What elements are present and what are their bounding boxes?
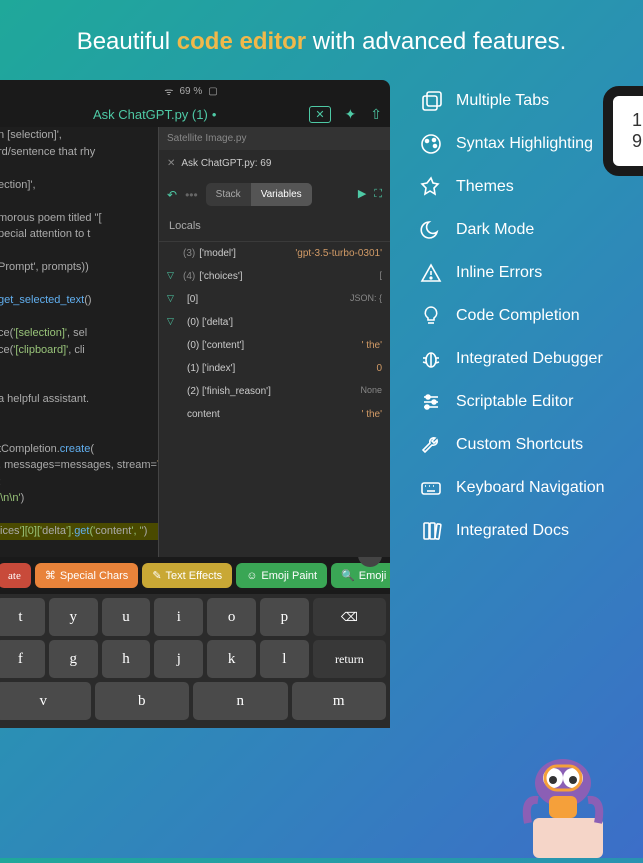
tab-bar: Ask ChatGPT.py (1)• ✕ ✦ ⇧ xyxy=(0,102,390,127)
close-icon[interactable]: ✕ xyxy=(167,156,175,171)
locals-header: Locals xyxy=(159,212,390,242)
debugger-panel: Satellite Image.py ✕ Ask ChatGPT.py: 69 … xyxy=(158,127,390,557)
moon-icon xyxy=(420,219,442,241)
key-t[interactable]: t xyxy=(0,598,45,636)
wifi-icon: ᯤ xyxy=(164,84,173,98)
more-icon[interactable]: ••• xyxy=(185,186,198,204)
sliders-icon xyxy=(420,391,442,413)
variable-row[interactable]: (3)['model']'gpt-3.5-turbo-0301' xyxy=(159,242,390,265)
variable-row[interactable]: content' the' xyxy=(159,403,390,426)
background-tab[interactable]: Satellite Image.py xyxy=(159,127,390,150)
variable-row[interactable]: ▽[0] JSON: { xyxy=(159,288,390,311)
key-h[interactable]: h xyxy=(102,640,151,678)
feature-label: Code Completion xyxy=(456,307,580,325)
tabs-icon xyxy=(420,90,442,112)
feature-label: Dark Mode xyxy=(456,221,534,239)
key-o[interactable]: o xyxy=(207,598,256,636)
key-p[interactable]: p xyxy=(260,598,309,636)
feature-label: Integrated Docs xyxy=(456,522,569,540)
key-j[interactable]: j xyxy=(154,640,203,678)
feature-label: Keyboard Navigation xyxy=(456,479,605,497)
status-bar: ᯤ 69 % ▢ xyxy=(0,80,390,102)
feature-label: Themes xyxy=(456,178,514,196)
seg-stack[interactable]: Stack xyxy=(206,183,251,206)
variable-row[interactable]: (2) ['finish_reason']None xyxy=(159,380,390,403)
docs-icon xyxy=(420,520,442,542)
key-delete[interactable]: ⌫ xyxy=(313,598,386,636)
key-k[interactable]: k xyxy=(207,640,256,678)
feature-label: Multiple Tabs xyxy=(456,92,549,110)
feature-label: Syntax Highlighting xyxy=(456,135,593,153)
variable-row[interactable]: ▽(0) ['delta'] xyxy=(159,311,390,334)
variable-row[interactable]: (0) ['content']' the' xyxy=(159,334,390,357)
close-tab-button[interactable]: ✕ xyxy=(309,106,330,123)
shortcut-text-effects[interactable]: ✎Text Effects xyxy=(142,563,232,588)
key-f[interactable]: f xyxy=(0,640,45,678)
wrench-icon xyxy=(420,434,442,456)
feature-dark-mode: Dark Mode xyxy=(420,219,643,241)
bulb-icon xyxy=(420,305,442,327)
soft-keyboard: tyuiop⌫ fghjklreturn vbnm xyxy=(0,594,390,728)
step-back-icon[interactable]: ↶ xyxy=(167,186,177,204)
key-b[interactable]: b xyxy=(95,682,190,720)
variable-row[interactable]: (1) ['index']0 xyxy=(159,357,390,380)
feature-list: Multiple Tabs Syntax Highlighting Themes Da… xyxy=(390,80,643,728)
code-area[interactable]: n [selection]',rd/sentence that rhy ecti… xyxy=(0,127,390,557)
palette-icon xyxy=(420,133,442,155)
stack-vars-segment[interactable]: Stack Variables xyxy=(206,183,312,206)
continue-icon[interactable]: ▶ xyxy=(358,186,366,203)
key-m[interactable]: m xyxy=(292,682,387,720)
key-return[interactable]: return xyxy=(313,640,386,678)
warn-icon xyxy=(420,262,442,284)
headline: Beautiful code editor with advanced feat… xyxy=(0,0,643,80)
key-n[interactable]: n xyxy=(193,682,288,720)
seg-variables[interactable]: Variables xyxy=(251,183,312,206)
feature-label: Custom Shortcuts xyxy=(456,436,583,454)
feature-label: Inline Errors xyxy=(456,264,542,282)
battery-percent: 69 % xyxy=(179,86,202,97)
feature-label: Integrated Debugger xyxy=(456,350,603,368)
feature-integrated-docs: Integrated Docs xyxy=(420,520,643,542)
feature-inline-errors: Inline Errors xyxy=(420,262,643,284)
active-tab[interactable]: Ask ChatGPT.py (1)• xyxy=(0,107,309,123)
shortcut-bar: + ate ⌘Special Chars✎Text Effects☺Emoji … xyxy=(0,557,390,594)
mascot-illustration xyxy=(503,728,623,858)
share-icon[interactable]: ⇧ xyxy=(370,106,382,123)
themes-icon xyxy=(420,176,442,198)
battery-icon: ▢ xyxy=(208,86,217,97)
shortcut-emoji-paint[interactable]: ☺Emoji Paint xyxy=(236,563,327,588)
feature-label: Scriptable Editor xyxy=(456,393,573,411)
expand-icon[interactable]: ⛶ xyxy=(374,186,382,203)
watch-preview: 1 9 xyxy=(603,86,643,176)
key-y[interactable]: y xyxy=(49,598,98,636)
debug-file-label: ✕ Ask ChatGPT.py: 69 xyxy=(159,150,390,177)
feature-code-completion: Code Completion xyxy=(420,305,643,327)
feature-integrated-debugger: Integrated Debugger xyxy=(420,348,643,370)
key-l[interactable]: l xyxy=(260,640,309,678)
variable-row[interactable]: ▽(4)['choices'][ xyxy=(159,265,390,288)
keyboard-icon xyxy=(420,477,442,499)
key-i[interactable]: i xyxy=(154,598,203,636)
key-g[interactable]: g xyxy=(49,640,98,678)
bug-icon xyxy=(420,348,442,370)
debug-toolbar: ↶ ••• Stack Variables ▶ ⛶ xyxy=(159,177,390,212)
feature-custom-shortcuts: Custom Shortcuts xyxy=(420,434,643,456)
key-u[interactable]: u xyxy=(102,598,151,636)
magic-icon[interactable]: ✦ xyxy=(345,106,357,123)
feature-themes: Themes xyxy=(420,176,643,198)
shortcut-emoji-searc[interactable]: 🔍Emoji Searc xyxy=(331,563,390,588)
create-button[interactable]: ate xyxy=(0,563,31,588)
key-v[interactable]: v xyxy=(0,682,91,720)
code-editor-window: ᯤ 69 % ▢ Ask ChatGPT.py (1)• ✕ ✦ ⇧ n [se… xyxy=(0,80,390,728)
shortcut-special-chars[interactable]: ⌘Special Chars xyxy=(35,563,138,588)
feature-keyboard-navigation: Keyboard Navigation xyxy=(420,477,643,499)
feature-scriptable-editor: Scriptable Editor xyxy=(420,391,643,413)
